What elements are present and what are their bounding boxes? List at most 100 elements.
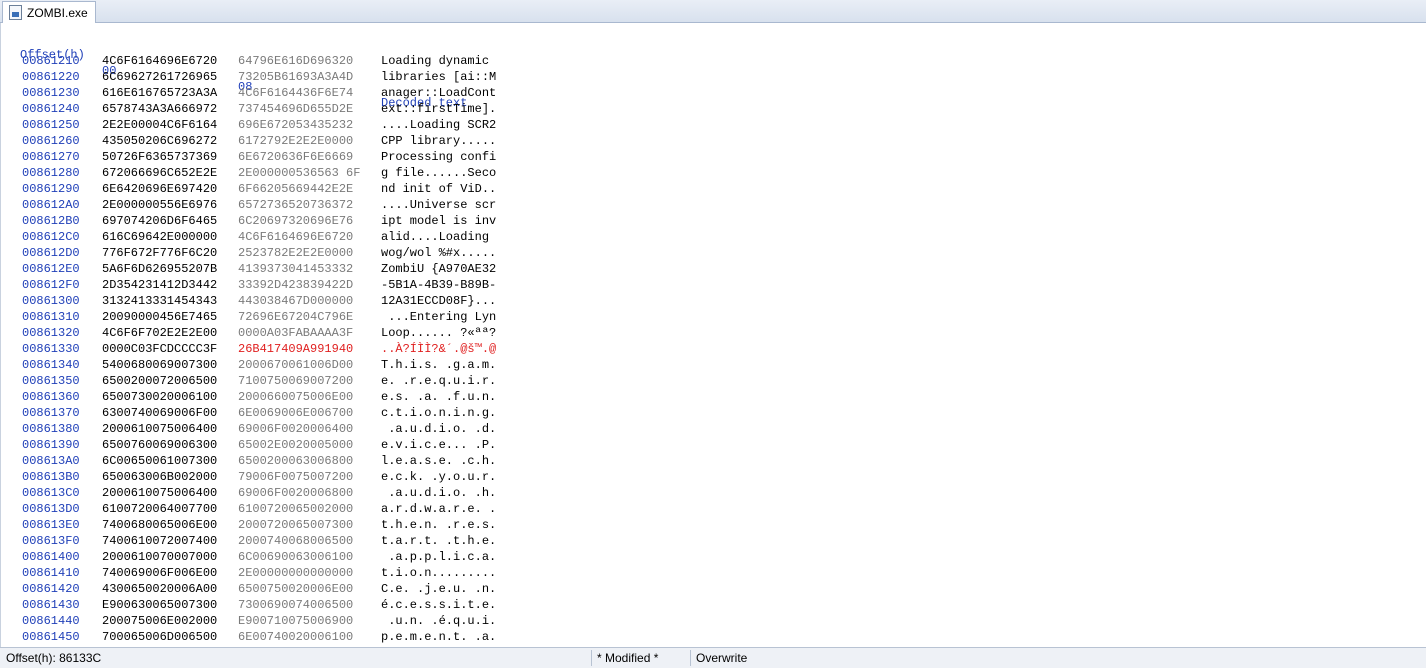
hex-bytes-08-0F[interactable]: 6F66205669442E2E: [238, 181, 353, 197]
decoded-text[interactable]: libraries [ai::M: [381, 69, 496, 85]
hex-row[interactable]: 00861400 2000610070007000 6C00690063006100…: [1, 549, 496, 565]
hex-bytes-08-0F[interactable]: 65002E0020005000: [238, 437, 353, 453]
row-offset[interactable]: 00861410: [22, 565, 80, 581]
hex-bytes-00-07[interactable]: 6300740069006F00: [102, 405, 217, 421]
hex-bytes-00-07[interactable]: 0000C03FCDCCCC3F: [102, 341, 217, 357]
hex-row[interactable]: 00861360 6500730020006100 2000660075006E00…: [1, 389, 496, 405]
hex-row[interactable]: 00861390 6500760069006300 65002E0020005000…: [1, 437, 496, 453]
hex-bytes-00-07[interactable]: 6500200072006500: [102, 373, 217, 389]
row-offset[interactable]: 00861220: [22, 69, 80, 85]
hex-bytes-00-07[interactable]: 697074206D6F6465: [102, 213, 217, 229]
decoded-text[interactable]: T.h.i.s. .g.a.m.: [381, 357, 496, 373]
hex-bytes-00-07[interactable]: 5400680069007300: [102, 357, 217, 373]
row-offset[interactable]: 00861430: [22, 597, 80, 613]
hex-bytes-00-07[interactable]: 6C69627261726965: [102, 69, 217, 85]
decoded-text[interactable]: Loading dynamic: [381, 53, 496, 69]
decoded-text[interactable]: e.v.i.c.e... .P.: [381, 437, 496, 453]
hex-bytes-08-0F[interactable]: 7300690074006500: [238, 597, 353, 613]
row-offset[interactable]: 00861360: [22, 389, 80, 405]
hex-bytes-00-07[interactable]: 2000610075006400: [102, 485, 217, 501]
hex-row[interactable]: 00861440 200075006E002000 E900710075006900…: [1, 613, 496, 629]
row-offset[interactable]: 008613C0: [22, 485, 80, 501]
row-offset[interactable]: 008612F0: [22, 277, 80, 293]
hex-bytes-08-0F[interactable]: 6172792E2E2E0000: [238, 133, 353, 149]
hex-bytes-08-0F[interactable]: E900710075006900: [238, 613, 353, 629]
hex-row[interactable]: 00861220 6C69627261726965 73205B61693A3A4D…: [1, 69, 496, 85]
hex-row[interactable]: 008612E0 5A6F6D626955207B 4139373041453332…: [1, 261, 496, 277]
decoded-text[interactable]: Loop...... ?«ªª?: [381, 325, 496, 341]
hex-bytes-00-07[interactable]: 7400680065006E00: [102, 517, 217, 533]
hex-bytes-00-07[interactable]: 672066696C652E2E: [102, 165, 217, 181]
hex-bytes-08-0F[interactable]: 72696E67204C796E: [238, 309, 353, 325]
decoded-text[interactable]: ....Universe scr: [381, 197, 496, 213]
hex-bytes-00-07[interactable]: 650063006B002000: [102, 469, 217, 485]
decoded-text[interactable]: ..À?ÍÌÌ?&´.@š™.@: [381, 341, 496, 357]
hex-bytes-00-07[interactable]: 6500760069006300: [102, 437, 217, 453]
hex-bytes-08-0F[interactable]: 73205B61693A3A4D: [238, 69, 353, 85]
hex-bytes-08-0F[interactable]: 6500200063006800: [238, 453, 353, 469]
row-offset[interactable]: 00861380: [22, 421, 80, 437]
hex-row[interactable]: 00861290 6E6420696E697420 6F66205669442E2E…: [1, 181, 496, 197]
hex-bytes-08-0F[interactable]: 69006F0020006800: [238, 485, 353, 501]
row-offset[interactable]: 008613E0: [22, 517, 80, 533]
hex-bytes-08-0F[interactable]: 79006F0075007200: [238, 469, 353, 485]
decoded-text[interactable]: t.a.r.t. .t.h.e.: [381, 533, 496, 549]
hex-bytes-08-0F[interactable]: 0000A03FABAAAA3F: [238, 325, 353, 341]
decoded-text[interactable]: p.e.m.e.n.t. .a.: [381, 629, 496, 645]
hex-row[interactable]: 00861230 616E616765723A3A 4C6F6164436F6E74…: [1, 85, 496, 101]
decoded-text[interactable]: e.c.k. .y.o.u.r.: [381, 469, 496, 485]
row-offset[interactable]: 008612A0: [22, 197, 80, 213]
hex-row[interactable]: 008612B0 697074206D6F6465 6C20697320696E76…: [1, 213, 496, 229]
decoded-text[interactable]: ZombiU {A970AE32: [381, 261, 496, 277]
row-offset[interactable]: 00861270: [22, 149, 80, 165]
hex-bytes-00-07[interactable]: 740069006F006E00: [102, 565, 217, 581]
decoded-text[interactable]: a.r.d.w.a.r.e. .: [381, 501, 496, 517]
hex-bytes-00-07[interactable]: 2000610075006400: [102, 421, 217, 437]
hex-bytes-08-0F[interactable]: 2000740068006500: [238, 533, 353, 549]
hex-row[interactable]: 008612C0 616C69642E000000 4C6F6164696E6720…: [1, 229, 489, 245]
hex-row[interactable]: 00861270 50726F6365737369 6E6720636F6E6669…: [1, 149, 496, 165]
hex-row[interactable]: 00861330 0000C03FCDCCCC3F 26B417409A991940…: [1, 341, 496, 357]
decoded-text[interactable]: t.h.e.n. .r.e.s.: [381, 517, 496, 533]
hex-bytes-08-0F[interactable]: 2000660075006E00: [238, 389, 353, 405]
row-offset[interactable]: 00861210: [22, 53, 80, 69]
hex-row[interactable]: 00861210 4C6F6164696E6720 64796E616D696320…: [1, 53, 489, 69]
hex-bytes-08-0F[interactable]: 6E00740020006100: [238, 629, 353, 645]
row-offset[interactable]: 008613B0: [22, 469, 80, 485]
hex-bytes-08-0F[interactable]: 2E000000536563 6F: [238, 165, 360, 181]
row-offset[interactable]: 008613A0: [22, 453, 80, 469]
row-offset[interactable]: 00861230: [22, 85, 80, 101]
decoded-text[interactable]: .u.n. .é.q.u.i.: [381, 613, 496, 629]
hex-row[interactable]: 008613A0 6C00650061007300 6500200063006800…: [1, 453, 496, 469]
hex-row[interactable]: 00861370 6300740069006F00 6E0069006E006700…: [1, 405, 496, 421]
hex-row[interactable]: 008613C0 2000610075006400 69006F0020006800…: [1, 485, 496, 501]
hex-row[interactable]: 008613F0 7400610072007400 2000740068006500…: [1, 533, 496, 549]
hex-bytes-00-07[interactable]: 2E000000556E6976: [102, 197, 217, 213]
hex-row[interactable]: 00861320 4C6F6F702E2E2E00 0000A03FABAAAA3F…: [1, 325, 496, 341]
hex-row[interactable]: 00861350 6500200072006500 7100750069007200…: [1, 373, 496, 389]
row-offset[interactable]: 008612D0: [22, 245, 80, 261]
decoded-text[interactable]: ....Loading SCR2: [381, 117, 496, 133]
decoded-text[interactable]: é.c.e.s.s.i.t.e.: [381, 597, 496, 613]
decoded-text[interactable]: c.t.i.o.n.i.n.g.: [381, 405, 496, 421]
hex-row[interactable]: 008613B0 650063006B002000 79006F0075007200…: [1, 469, 496, 485]
row-offset[interactable]: 008612C0: [22, 229, 80, 245]
hex-row[interactable]: 008613D0 6100720064007700 6100720065002000…: [1, 501, 496, 517]
hex-bytes-00-07[interactable]: 2000610070007000: [102, 549, 217, 565]
decoded-text[interactable]: 12A31ECCD08F}...: [381, 293, 496, 309]
tab-zombi-exe[interactable]: ZOMBI.exe: [2, 1, 96, 23]
decoded-text[interactable]: .a.p.p.l.i.c.a.: [381, 549, 496, 565]
hex-bytes-08-0F[interactable]: 2E00000000000000: [238, 565, 353, 581]
row-offset[interactable]: 00861320: [22, 325, 80, 341]
row-offset[interactable]: 00861250: [22, 117, 80, 133]
hex-row[interactable]: 008613E0 7400680065006E00 2000720065007300…: [1, 517, 496, 533]
hex-bytes-00-07[interactable]: E900630065007300: [102, 597, 217, 613]
row-offset[interactable]: 00861260: [22, 133, 80, 149]
decoded-text[interactable]: ext::firstTime].: [381, 101, 496, 117]
decoded-text[interactable]: CPP library.....: [381, 133, 496, 149]
row-offset[interactable]: 008613F0: [22, 533, 80, 549]
decoded-text[interactable]: t.i.o.n.........: [381, 565, 496, 581]
row-offset[interactable]: 00861300: [22, 293, 80, 309]
hex-bytes-08-0F[interactable]: 26B417409A991940: [238, 341, 353, 357]
row-offset[interactable]: 00861240: [22, 101, 80, 117]
